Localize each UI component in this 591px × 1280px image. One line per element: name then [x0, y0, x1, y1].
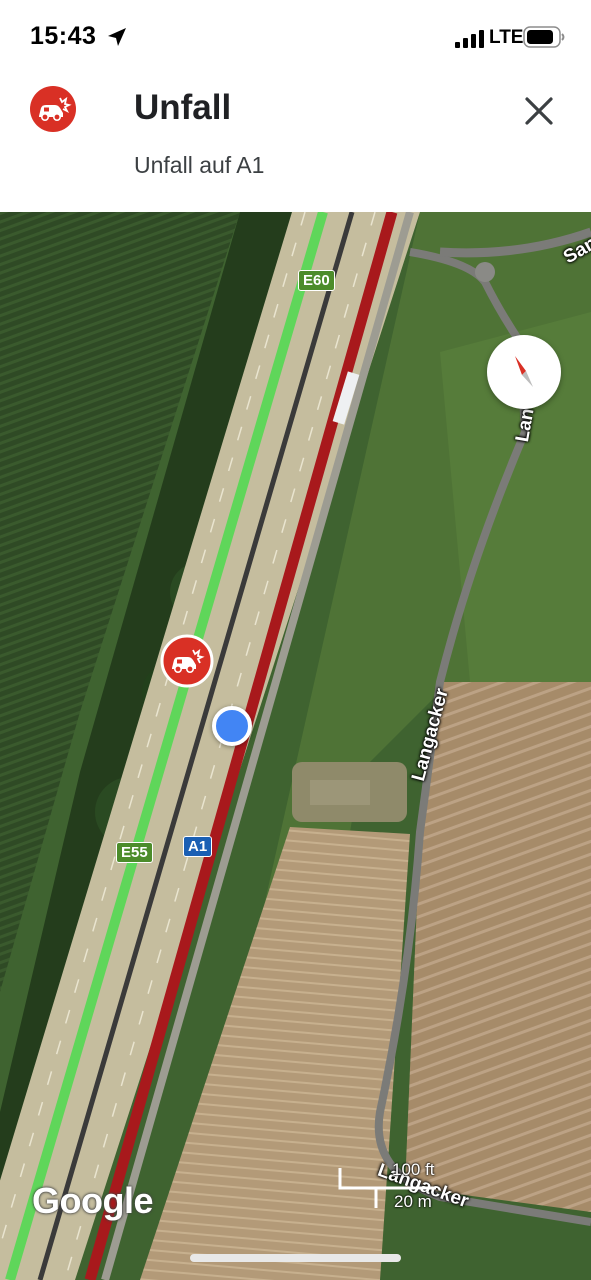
- current-location-dot: [212, 706, 252, 746]
- google-logo: Google: [32, 1180, 154, 1221]
- battery-icon: [523, 26, 565, 48]
- close-icon[interactable]: [518, 90, 560, 132]
- scale-metric: 20 m: [394, 1192, 432, 1211]
- signal-bars-icon: [455, 30, 484, 48]
- compass-icon: [515, 356, 533, 387]
- car-crash-icon: [30, 86, 76, 132]
- location-arrow-icon: [108, 28, 126, 46]
- road-shield-e55: E55: [116, 842, 153, 863]
- road-shield-e60: E60: [298, 270, 335, 291]
- network-type: LTE: [489, 27, 524, 48]
- status-bar: 15:43 LTE: [0, 0, 591, 76]
- incident-subtitle: Unfall auf A1: [134, 152, 265, 178]
- compass-button[interactable]: [487, 335, 561, 409]
- road-shield-a1: A1: [183, 836, 213, 857]
- status-time: 15:43: [30, 22, 97, 50]
- home-indicator[interactable]: [190, 1254, 401, 1262]
- incident-header: Unfall Unfall auf A1: [0, 76, 591, 212]
- map-view[interactable]: E60 E55 A1 Langacker Lan Langacker San 1…: [0, 212, 591, 1280]
- incident-marker[interactable]: [160, 634, 214, 688]
- scale-imperial: 100 ft: [392, 1160, 435, 1179]
- incident-title: Unfall: [134, 88, 232, 127]
